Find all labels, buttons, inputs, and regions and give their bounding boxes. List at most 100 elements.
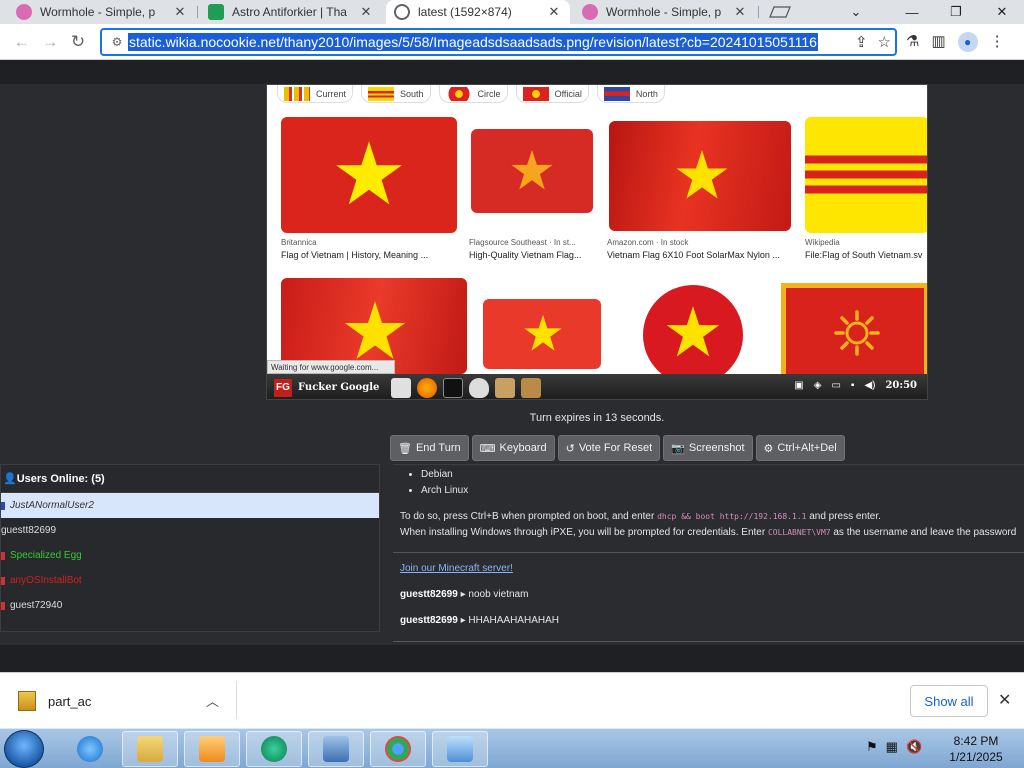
- tab-title: Wormhole - Simple, p: [606, 5, 722, 19]
- vote-reset-button[interactable]: ↺ Vote For Reset: [557, 435, 661, 461]
- media-player-taskbar-button[interactable]: [184, 731, 240, 767]
- users-icon: 👤: [3, 473, 17, 485]
- restore-button[interactable]: ❐: [940, 0, 972, 24]
- app-taskbar-button[interactable]: [246, 731, 302, 767]
- globe-favicon-icon: [394, 4, 410, 20]
- terminal-icon[interactable]: [443, 377, 464, 398]
- site-settings-icon[interactable]: ⚙: [106, 35, 128, 49]
- user-row[interactable]: anyOSInstallBot: [1, 568, 379, 593]
- download-item[interactable]: part_ac: [18, 691, 91, 711]
- tab-close-icon[interactable]: ✕: [172, 4, 188, 20]
- chip-south[interactable]: South: [361, 85, 431, 103]
- new-tab-button[interactable]: [764, 0, 796, 24]
- back-button[interactable]: ←: [10, 30, 34, 54]
- profile-avatar-icon[interactable]: ●: [957, 32, 978, 52]
- sun-emblem-icon: [834, 310, 880, 356]
- volume-icon[interactable]: ◀): [864, 380, 875, 391]
- screenshot-button[interactable]: 📷 Screenshot: [663, 435, 753, 461]
- ie-taskbar-button[interactable]: [62, 731, 118, 767]
- user-row[interactable]: JustANormalUser2: [1, 493, 379, 518]
- user-flag-icon: [1, 576, 5, 585]
- user-flag-icon: [1, 501, 5, 510]
- address-bar[interactable]: ⚙ static.wikia.nocookie.net/thany2010/im…: [100, 28, 897, 56]
- minecraft-link[interactable]: Join our Minecraft server!: [400, 563, 513, 574]
- image-result[interactable]: Amazon.com · In stock Vietnam Flag 6X10 …: [607, 117, 793, 263]
- vm-screen[interactable]: Current South Circle Official North Brit…: [266, 84, 928, 400]
- text: and press enter.: [809, 511, 881, 522]
- arrow-icon: ▸: [460, 615, 466, 626]
- tab-search-button[interactable]: ⌄: [840, 0, 872, 24]
- firefox-icon[interactable]: [417, 377, 438, 398]
- result-caption[interactable]: High-Quality Vietnam Flag...: [469, 250, 595, 260]
- display-icon[interactable]: ▭: [831, 380, 840, 391]
- image-result[interactable]: Wikipedia File:Flag of South Vietnam.sv: [805, 117, 927, 263]
- url-text[interactable]: static.wikia.nocookie.net/thany2010/imag…: [128, 33, 818, 51]
- chip-thumbnail: [522, 86, 549, 101]
- close-window-button[interactable]: ✕: [986, 0, 1018, 24]
- result-caption[interactable]: File:Flag of South Vietnam.sv: [805, 250, 927, 260]
- end-turn-button[interactable]: 🗑 End Turn: [390, 435, 469, 461]
- chevron-up-icon[interactable]: ︿: [206, 691, 219, 710]
- image-result[interactable]: Flagsource Southeast · In st... High-Qua…: [469, 117, 597, 263]
- tab-wormhole-2[interactable]: Wormhole - Simple, p ✕: [574, 0, 756, 24]
- side-panel-icon[interactable]: ▥: [931, 32, 945, 52]
- explorer-taskbar-button[interactable]: [122, 731, 178, 767]
- vietnam-flag-image: [281, 117, 457, 233]
- system-clock[interactable]: 8:42 PM 1/21/2025: [940, 733, 1012, 765]
- vm-window-title: Fucker Google: [298, 382, 380, 393]
- user-row[interactable]: guest72940: [1, 593, 379, 618]
- image-result[interactable]: Britannica Flag of Vietnam | History, Me…: [281, 117, 457, 263]
- tab-astro-antiforkier[interactable]: Astro Antiforkier | Tha ✕: [200, 0, 382, 24]
- control-panel-taskbar-button[interactable]: [432, 731, 488, 767]
- network-icon[interactable]: ▪: [851, 380, 855, 391]
- tab-separator: [197, 6, 198, 18]
- image-result[interactable]: [643, 285, 743, 385]
- user-row[interactable]: Specialized Egg: [1, 543, 379, 568]
- chat-username[interactable]: guestt82699: [400, 615, 458, 626]
- flag-icon[interactable]: ⚑: [866, 739, 878, 755]
- chip-current[interactable]: Current: [277, 85, 354, 103]
- minimize-button[interactable]: —: [896, 0, 928, 24]
- image-result[interactable]: [781, 283, 927, 383]
- tab-close-icon[interactable]: ✕: [732, 4, 748, 20]
- ctrl-alt-del-button[interactable]: ⚙ Ctrl+Alt+Del: [755, 435, 845, 461]
- share-icon[interactable]: ⇪: [855, 33, 868, 51]
- result-caption[interactable]: Vietnam Flag 6X10 Foot SolarMax Nylon ..…: [607, 250, 793, 260]
- forward-button[interactable]: →: [38, 30, 62, 54]
- remote-taskbar-button[interactable]: [308, 731, 364, 767]
- shield-icon[interactable]: [469, 377, 490, 398]
- reload-button[interactable]: ↻: [66, 30, 90, 54]
- keyboard-button[interactable]: ⌨ Keyboard: [471, 435, 555, 461]
- labs-flask-icon[interactable]: ⚗: [906, 32, 919, 52]
- tab-close-icon[interactable]: ✕: [546, 4, 562, 20]
- fg-logo-icon[interactable]: FG: [274, 378, 292, 397]
- notepad-icon[interactable]: [391, 377, 412, 398]
- menu-dots-icon[interactable]: ⋮: [990, 32, 1005, 52]
- chip-north[interactable]: North: [596, 85, 665, 103]
- windows-instructions: When installing Windows through iPXE, yo…: [400, 527, 1016, 538]
- result-caption[interactable]: Flag of Vietnam | History, Meaning ...: [281, 250, 457, 260]
- show-all-button[interactable]: Show all: [910, 685, 988, 717]
- image-result[interactable]: [483, 299, 601, 369]
- chip-circle[interactable]: Circle: [438, 85, 508, 103]
- user-row[interactable]: guestt82699: [1, 518, 379, 543]
- archive-icon[interactable]: [495, 377, 516, 398]
- chip-label: Official: [554, 88, 582, 99]
- volume-muted-icon[interactable]: 🔇: [906, 739, 922, 755]
- tab-latest[interactable]: latest (1592×874) ✕: [386, 0, 570, 24]
- vm-controls: 🗑 End Turn ⌨ Keyboard ↺ Vote For Reset 📷 Scr…: [390, 435, 845, 461]
- chrome-taskbar-button[interactable]: [370, 731, 426, 767]
- vm-taskbar: FG Fucker Google ▣ ◈ ▭ ▪ ◀) 20:50: [267, 374, 927, 399]
- network-icon[interactable]: ▦: [886, 739, 898, 755]
- chat-username[interactable]: guestt82699: [400, 589, 458, 600]
- tab-close-icon[interactable]: ✕: [358, 4, 374, 20]
- bookmark-star-icon[interactable]: ☆: [878, 33, 891, 51]
- package-icon[interactable]: [521, 377, 542, 398]
- tab-wormhole-1[interactable]: Wormhole - Simple, p ✕: [8, 0, 196, 24]
- clipboard-icon[interactable]: ▣: [794, 380, 803, 391]
- start-button[interactable]: [4, 730, 44, 768]
- browser-toolbar: ← → ↻ ⚙ static.wikia.nocookie.net/thany2…: [0, 24, 1024, 60]
- chip-official[interactable]: Official: [515, 85, 589, 103]
- close-icon[interactable]: ✕: [998, 690, 1011, 710]
- antivirus-icon[interactable]: ◈: [814, 380, 822, 391]
